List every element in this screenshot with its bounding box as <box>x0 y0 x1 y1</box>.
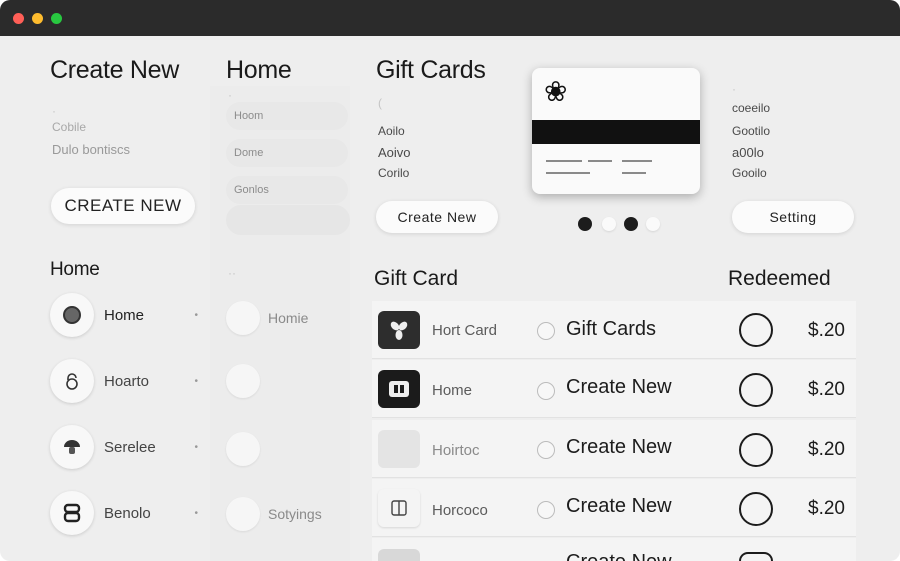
redeemed-indicator[interactable] <box>739 373 773 407</box>
row-name: Horcoco <box>432 502 488 519</box>
card-line <box>622 160 652 162</box>
row-title: Gift Cards <box>566 318 657 340</box>
gift-cards-title: Gift Cards <box>376 56 486 84</box>
card-stripe <box>532 120 700 144</box>
left-faint-line-2: Dulo bontiscs <box>52 142 131 157</box>
dj-icon <box>378 370 420 408</box>
nav-item-label: Home <box>104 306 145 324</box>
avatar <box>226 432 260 466</box>
carousel-dot-3[interactable] <box>624 217 638 231</box>
gift-field-2: Aoivo <box>378 145 411 160</box>
gift-field-1: Aoilo <box>378 124 405 138</box>
chevron-right-icon: • <box>194 375 198 387</box>
row-price: $.20 <box>808 379 845 400</box>
fan-icon <box>378 311 420 349</box>
left-faint-line-1: Cobile <box>52 120 87 134</box>
create-new-gift-button[interactable]: Create New <box>376 201 498 233</box>
close-window-button[interactable] <box>13 13 24 24</box>
gift-faint-line: ( <box>378 96 382 110</box>
app-window: Create New · Cobile Dulo bontiscs CREATE… <box>0 0 900 561</box>
setting-field-1: coeeilo <box>732 101 771 115</box>
card-line <box>546 160 582 162</box>
nav-item-label: Hoarto <box>104 372 150 390</box>
zoom-window-button[interactable] <box>51 13 62 24</box>
nav-item-label: Benolo <box>104 504 151 522</box>
middle-field-1[interactable]: Hoom <box>226 102 348 130</box>
row-price: $.20 <box>808 320 845 341</box>
card-icon <box>378 549 420 561</box>
middle-item-label: Sotyings <box>268 506 322 522</box>
left-faint-line: · <box>52 104 56 118</box>
home-section-title: Home <box>50 259 100 280</box>
column-header-redeemed: Redeemed <box>728 267 831 290</box>
row-radio[interactable] <box>537 322 555 340</box>
home-nav-icon <box>50 293 94 337</box>
row-radio[interactable] <box>537 441 555 459</box>
setting-field-3: a00lo <box>732 145 764 160</box>
nav-item-label: Serelee <box>104 438 156 456</box>
card-line <box>622 172 646 174</box>
middle-item-label: Homie <box>268 310 309 326</box>
gift-field-3: Corilo <box>378 166 410 180</box>
row-name: Home <box>432 382 473 399</box>
row-name: Hoirtoc <box>432 442 480 459</box>
lock-icon <box>50 359 94 403</box>
avatar <box>226 364 260 398</box>
book-icon <box>378 489 420 527</box>
nav-item-benolo[interactable]: Benolo • <box>50 490 198 536</box>
row-price: $.20 <box>808 439 845 460</box>
row-name: Hort Card <box>432 322 498 339</box>
nav-item-hoarto[interactable]: Hoarto • <box>50 358 198 404</box>
carousel-dot-1[interactable] <box>578 217 592 231</box>
avatar <box>226 301 260 335</box>
middle-item-homie[interactable]: Homie <box>226 298 348 338</box>
column-header-gift-card: Gift Card <box>374 267 459 290</box>
nav-item-home[interactable]: Home • <box>50 292 198 338</box>
redeemed-indicator[interactable] <box>739 313 773 347</box>
home-title: Home <box>226 56 292 84</box>
redeemed-indicator[interactable] <box>739 552 773 561</box>
card-line <box>546 172 590 174</box>
setting-field-4: Gooilo <box>732 166 767 180</box>
middle-faint-line: ·· <box>228 266 236 280</box>
title-bar <box>0 0 900 36</box>
setting-field-2: Gootilo <box>732 124 771 138</box>
carousel-dot-2[interactable] <box>602 217 616 231</box>
pot-icon <box>50 491 94 535</box>
row-title: Create New <box>566 436 672 458</box>
card-line <box>588 160 612 162</box>
middle-faint-line: · <box>228 88 232 102</box>
row-radio[interactable] <box>537 382 555 400</box>
middle-item[interactable] <box>226 429 348 469</box>
minimize-window-button[interactable] <box>32 13 43 24</box>
settings-faint-line: · <box>732 82 736 96</box>
chevron-right-icon: • <box>194 309 198 321</box>
row-title: Create New <box>566 376 672 398</box>
mushroom-icon <box>50 425 94 469</box>
row-title: Create New <box>566 551 672 561</box>
chevron-right-icon: • <box>194 441 198 453</box>
middle-field-2[interactable]: Dome <box>226 139 348 167</box>
avatar <box>226 497 260 531</box>
middle-item-sotyings[interactable]: Sotyings <box>226 494 348 534</box>
middle-field-3[interactable]: Gonlos <box>226 176 348 204</box>
setting-button[interactable]: Setting <box>732 201 854 233</box>
row-price: $.20 <box>808 498 845 519</box>
row-title: Create New <box>566 495 672 517</box>
middle-button[interactable] <box>226 205 350 235</box>
gift-bow-icon: ❀ <box>544 76 568 107</box>
create-new-button[interactable]: CREATE NEW <box>51 188 195 224</box>
row-radio[interactable] <box>537 501 555 519</box>
gift-card-preview: ❀ <box>532 68 700 194</box>
chevron-right-icon: • <box>194 507 198 519</box>
carousel-dot-4[interactable] <box>646 217 660 231</box>
middle-item[interactable] <box>226 361 348 401</box>
create-new-title: Create New <box>50 56 179 84</box>
card-icon <box>378 430 420 468</box>
nav-item-serelee[interactable]: Serelee • <box>50 424 198 470</box>
redeemed-indicator[interactable] <box>739 492 773 526</box>
redeemed-indicator[interactable] <box>739 433 773 467</box>
